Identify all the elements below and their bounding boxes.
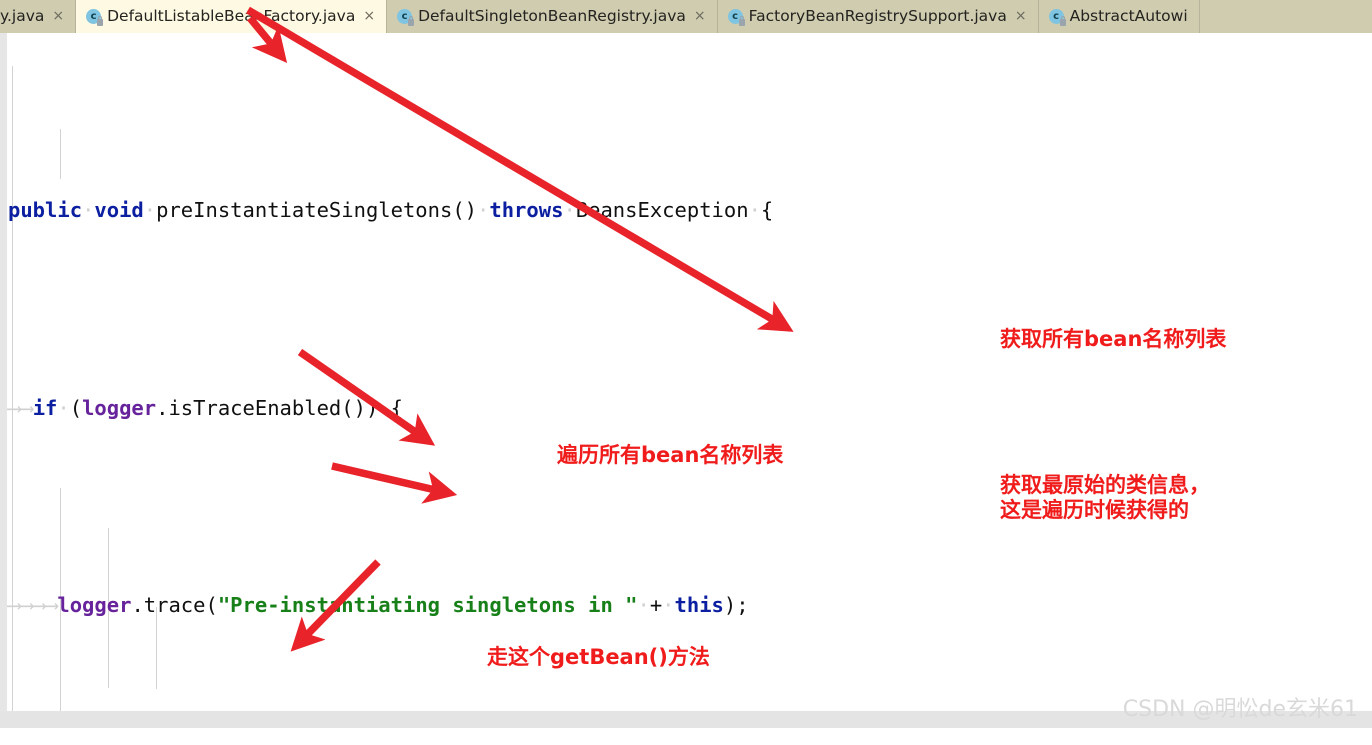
java-class-icon: c [727,9,745,26]
annotation-iterate-bean-names: 遍历所有bean名称列表 [557,443,784,467]
tab-label: DefaultListableBeanFactory.java [107,7,356,25]
tab-label: y.java [0,7,45,25]
editor-tab-0[interactable]: y.java × [0,0,77,33]
annotation-getbean-method: 走这个getBean()方法 [487,645,710,669]
java-class-icon: c [86,9,104,26]
annotation-bean-name-list: 获取所有bean名称列表 [1000,327,1227,351]
lock-icon [408,16,415,26]
code-line[interactable]: ⟶⟶⟶⟶logger.trace("Pre-instantiating sing… [0,586,1372,626]
csdn-watermark: CSDN @明忪de玄米61 [1122,697,1358,722]
lock-icon [97,16,104,26]
close-icon[interactable]: × [692,0,706,33]
editor-tab-1[interactable]: c DefaultListableBeanFactory.java × [76,0,388,33]
code-line[interactable]: public·void·preInstantiateSingletons()·t… [0,191,1372,231]
close-icon[interactable]: × [361,0,375,33]
close-icon[interactable]: × [50,0,64,33]
lock-icon [1059,16,1066,26]
tab-label: FactoryBeanRegistrySupport.java [748,7,1007,25]
ide-window: y.java × c DefaultListableBeanFactory.ja… [0,0,1372,745]
editor-tab-3[interactable]: c FactoryBeanRegistrySupport.java × [717,0,1039,33]
code-line[interactable]: ⟶⟶if·(logger.isTraceEnabled())·{ [0,389,1372,429]
close-icon[interactable]: × [1013,0,1027,33]
editor-tab-2[interactable]: c DefaultSingletonBeanRegistry.java × [387,0,718,33]
java-class-icon: c [1048,9,1066,26]
java-class-icon: c [397,9,415,26]
code-text-area[interactable]: public·void·preInstantiateSingletons()·t… [0,33,1372,728]
annotation-original-class-info-line2: 这是遍历时候获得的 [1000,498,1189,522]
editor-tab-4[interactable]: c AbstractAutowi [1038,0,1200,33]
annotation-original-class-info-line1: 获取最原始的类信息， [1000,473,1210,497]
editor-tab-bar: y.java × c DefaultListableBeanFactory.ja… [0,0,1372,33]
tab-label: DefaultSingletonBeanRegistry.java [418,7,686,25]
code-editor[interactable]: public·void·preInstantiateSingletons()·t… [0,33,1372,728]
tab-label: AbstractAutowi [1069,7,1188,25]
lock-icon [738,16,745,26]
